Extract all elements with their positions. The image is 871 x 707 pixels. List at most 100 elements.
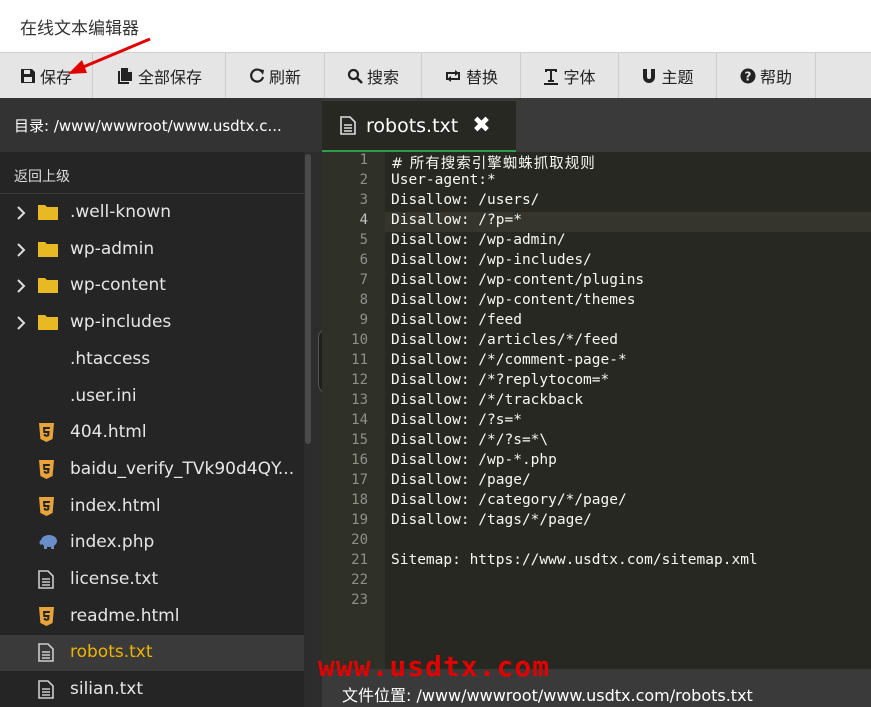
file-item[interactable]: baidu_verify_TVk90d4QY...: [0, 452, 304, 488]
save-icon: [20, 68, 35, 83]
folder-icon: [38, 203, 58, 225]
file-text-icon: [340, 116, 356, 135]
file-name: silian.txt: [70, 679, 144, 700]
line-number: 16: [351, 452, 368, 468]
php-elephant-icon: [38, 533, 58, 554]
file-name: wp-admin: [70, 238, 155, 259]
html5-icon: [38, 423, 55, 447]
search-button[interactable]: 搜索: [325, 53, 422, 98]
line-number: 12: [351, 372, 368, 388]
help-icon: ?: [740, 68, 756, 83]
line-number: 18: [351, 492, 368, 508]
file-text-icon: [38, 680, 54, 704]
line-number: 1: [359, 152, 368, 168]
file-text-icon: [38, 643, 54, 667]
code-line: Disallow: /*/?s=*\: [391, 432, 549, 448]
file-text-icon: [38, 570, 54, 594]
file-item[interactable]: 404.html: [0, 415, 304, 451]
theme-button[interactable]: 主题: [619, 53, 717, 98]
directory-path: 目录: /www/wwwroot/www.usdtx.c...: [0, 98, 322, 152]
code-line: Disallow: /wp-admin/: [391, 232, 566, 248]
code-line: Disallow: /users/: [391, 192, 540, 208]
watermark: www.usdtx.com: [318, 650, 551, 683]
refresh-icon: [250, 67, 265, 83]
sidebar-scrollbar[interactable]: [304, 152, 312, 707]
replace-icon: [445, 69, 460, 82]
file-item[interactable]: wp-content: [0, 268, 304, 304]
line-number: 20: [351, 532, 368, 548]
file-item[interactable]: license.txt: [0, 562, 304, 598]
file-item[interactable]: robots.txt: [0, 635, 304, 672]
html5-icon: [38, 459, 55, 484]
line-number: 10: [351, 332, 368, 348]
replace-button[interactable]: 替换: [422, 53, 521, 98]
chevron-right-icon[interactable]: [16, 242, 26, 258]
code-line: Disallow: /wp-includes/: [391, 252, 592, 268]
chevron-right-icon[interactable]: [16, 315, 26, 331]
code-line: Disallow: /wp-*.php: [391, 452, 557, 468]
line-number: 11: [351, 352, 368, 368]
file-item[interactable]: index.html: [0, 489, 304, 525]
code-line: Sitemap: https://www.usdtx.com/sitemap.x…: [391, 552, 758, 568]
file-name: wp-content: [70, 275, 166, 296]
file-item[interactable]: wp-includes: [0, 305, 304, 341]
line-number: 2: [359, 172, 368, 188]
refresh-button[interactable]: 刷新: [226, 53, 325, 98]
file-name: robots.txt: [70, 642, 153, 663]
line-number: 9: [359, 312, 368, 328]
file-item[interactable]: readme.html: [0, 599, 304, 635]
chevron-right-icon[interactable]: [16, 205, 26, 221]
code-line: Disallow: /page/: [391, 472, 531, 488]
theme-label: 主题: [661, 67, 694, 87]
replace-label: 替换: [465, 67, 498, 87]
folder-icon: [38, 276, 58, 298]
file-item[interactable]: .well-known: [0, 195, 304, 231]
file-name: license.txt: [70, 569, 159, 589]
line-number: 5: [359, 232, 368, 248]
code-editor[interactable]: 1 2 3 4 5 6 7 8 9 10 11 12 13 14 15 16 17 18 19 20 21 22 23 # …: [322, 152, 871, 669]
svg-text:?: ?: [745, 69, 752, 83]
file-name: baidu_verify_TVk90d4QY...: [70, 458, 295, 479]
code-line: Disallow: /articles/*/feed: [391, 332, 618, 348]
line-number: 19: [351, 512, 368, 528]
file-item[interactable]: index.php: [0, 525, 304, 561]
line-number: 7: [359, 272, 368, 288]
close-icon[interactable]: ✖: [472, 114, 490, 137]
code-line: Disallow: /wp-content/themes: [391, 292, 636, 308]
file-name: index.html: [70, 495, 161, 516]
code-line: Disallow: /?p=*: [391, 212, 522, 228]
code-line: Disallow: /category/*/page/: [391, 492, 627, 508]
scrollbar-thumb[interactable]: [305, 154, 311, 444]
file-item[interactable]: .htaccess: [0, 342, 304, 378]
file-name: 404.html: [70, 422, 147, 443]
tab-label: robots.txt: [366, 114, 459, 137]
tab-robots-txt[interactable]: robots.txt ✖: [322, 98, 516, 150]
chevron-right-icon[interactable]: [16, 278, 26, 294]
line-number-gutter: 1 2 3 4 5 6 7 8 9 10 11 12 13 14 15 16 17 18 19 20 21 22 23: [322, 152, 385, 669]
html5-icon: [38, 496, 55, 521]
code-line: Disallow: /wp-content/plugins: [391, 272, 645, 288]
divider: [0, 193, 304, 194]
file-item[interactable]: .user.ini: [0, 379, 304, 415]
file-name: .user.ini: [70, 385, 137, 406]
code-line: # 所有搜索引擎蜘蛛抓取规则: [391, 156, 596, 172]
line-number: 8: [359, 292, 368, 308]
file-item[interactable]: silian.txt: [0, 672, 304, 707]
font-label: 字体: [563, 67, 596, 87]
font-button[interactable]: 字体: [521, 53, 619, 98]
line-number: 4: [359, 212, 368, 228]
font-icon: [544, 68, 559, 85]
go-up-link[interactable]: 返回上级: [14, 166, 70, 186]
line-number: 21: [351, 552, 368, 568]
file-item[interactable]: wp-admin: [0, 232, 304, 268]
file-name: .well-known: [70, 202, 172, 222]
theme-icon: [643, 68, 656, 83]
panel-splitter[interactable]: [312, 152, 322, 707]
line-number: 14: [351, 412, 368, 428]
help-button[interactable]: ? 帮助: [717, 53, 816, 98]
search-icon: [347, 68, 363, 84]
code-line: Disallow: /tags/*/page/: [391, 512, 592, 528]
folder-icon: [38, 313, 58, 335]
red-arrow-annotation: [68, 37, 151, 74]
line-number: 13: [351, 392, 368, 408]
